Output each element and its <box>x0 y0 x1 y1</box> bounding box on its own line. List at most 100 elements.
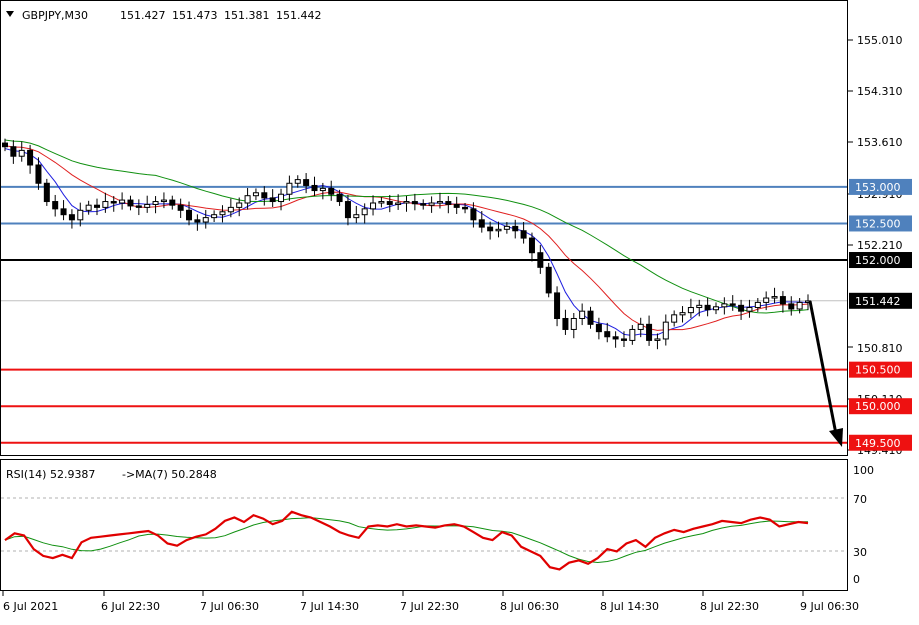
candle-body <box>194 219 201 223</box>
candle-body <box>177 204 184 211</box>
candle-body <box>704 304 711 311</box>
candle-body <box>679 312 686 316</box>
candle-body <box>244 195 251 204</box>
candle-body <box>420 203 427 206</box>
candle-body <box>662 321 669 340</box>
symbol-label: GBPJPY,M30 <box>22 9 88 22</box>
price-tag-label: 150.500 <box>855 364 901 377</box>
rsi-tick-label: 30 <box>853 546 867 559</box>
candle-body <box>604 331 611 338</box>
price-tag-label: 151.442 <box>855 295 901 308</box>
candle-body <box>503 225 510 230</box>
candle-body <box>319 187 326 192</box>
candle-body <box>796 301 803 310</box>
candle-body <box>721 303 728 308</box>
candle-body <box>102 201 109 208</box>
candle-body <box>202 217 209 223</box>
candle-body <box>545 266 552 294</box>
candle-body <box>554 292 561 319</box>
rsi-axis: 100 70 30 0 <box>853 464 874 586</box>
candle-body <box>353 214 360 219</box>
candle-body <box>10 146 17 157</box>
candle-body <box>311 184 318 192</box>
candle-body <box>52 201 59 210</box>
candle-body <box>94 204 101 208</box>
candle-body <box>169 199 176 206</box>
candle-body <box>495 228 502 232</box>
candle-body <box>738 304 745 312</box>
candle-body <box>487 226 494 232</box>
candle-body <box>646 323 653 341</box>
rsi-tick-label: 70 <box>853 493 867 506</box>
candle-body <box>612 336 619 340</box>
candle-body <box>127 199 134 207</box>
candle-body <box>227 206 234 213</box>
candle-body <box>671 314 678 323</box>
rsi-tick-label: 100 <box>853 464 874 477</box>
candle-body <box>637 323 644 330</box>
candle-body <box>18 149 25 157</box>
price-tag-label: 149.500 <box>855 437 901 450</box>
candle-body <box>470 208 477 221</box>
time-tick-label: 7 Jul 06:30 <box>200 600 259 613</box>
candle-body <box>43 182 50 203</box>
price-tick-label: 153.610 <box>857 136 903 149</box>
candle-body <box>562 317 569 330</box>
candle-body <box>771 296 778 299</box>
price-tags: 153.000 152.500 152.000 150.500 150.000 149.5… <box>849 178 912 451</box>
rsi-tick-label: 0 <box>853 573 860 586</box>
candle-body <box>286 182 293 195</box>
candle-body <box>462 206 469 210</box>
candle-body <box>2 142 8 148</box>
candle-body <box>411 201 418 205</box>
candle-body <box>654 338 661 341</box>
candle-body <box>729 303 736 306</box>
candle-body <box>328 187 335 195</box>
chart-canvas[interactable]: GBPJPY,M30 151.427 151.473 151.381 151.4… <box>0 0 919 625</box>
candle-body <box>687 307 694 314</box>
time-tick-label: 8 Jul 14:30 <box>600 600 659 613</box>
candle-body <box>386 201 393 205</box>
time-tick-label: 7 Jul 14:30 <box>300 600 359 613</box>
candle-body <box>587 310 594 325</box>
candle-body <box>336 193 343 203</box>
candle-body <box>528 237 535 254</box>
candle-body <box>361 208 368 216</box>
candle-body <box>754 301 761 309</box>
candle-body <box>595 323 602 333</box>
candle-body <box>436 201 443 204</box>
time-axis: 6 Jul 2021 6 Jul 22:30 7 Jul 06:30 7 Jul… <box>2 591 859 613</box>
candle-body <box>77 209 84 221</box>
candle-body <box>261 192 268 199</box>
time-tick-label: 7 Jul 22:30 <box>400 600 459 613</box>
low-value: 151.381 <box>224 9 270 22</box>
candle-body <box>453 203 460 208</box>
candle-body <box>211 214 218 219</box>
candle-body <box>478 219 485 228</box>
candle-body <box>512 225 519 232</box>
candle-body <box>278 193 285 203</box>
candle-body <box>186 209 193 221</box>
rsi-label: RSI(14) 52.9387 <box>6 468 95 481</box>
candle-body <box>788 303 795 310</box>
price-axis: 155.010 154.310 153.610 152.910 152.210 … <box>848 34 903 457</box>
price-tag-label: 152.500 <box>855 217 901 230</box>
candle-body <box>763 297 770 303</box>
high-value: 151.473 <box>172 9 218 22</box>
candle-body <box>746 307 753 312</box>
time-tick-label: 6 Jul 2021 <box>3 600 58 613</box>
candle-body <box>85 204 92 211</box>
candle-body <box>152 201 159 205</box>
candle-body <box>403 201 410 204</box>
candle-body <box>119 199 126 204</box>
candle-body <box>344 201 351 219</box>
close-value: 151.442 <box>276 9 322 22</box>
price-tick-label: 155.010 <box>857 34 903 47</box>
candle-body <box>110 201 117 204</box>
price-tag-label: 150.000 <box>855 400 901 413</box>
candle-body <box>620 338 627 341</box>
candle-body <box>696 304 703 309</box>
candle-body <box>236 202 243 208</box>
candle-body <box>445 201 452 205</box>
price-tag-label: 153.000 <box>855 181 901 194</box>
